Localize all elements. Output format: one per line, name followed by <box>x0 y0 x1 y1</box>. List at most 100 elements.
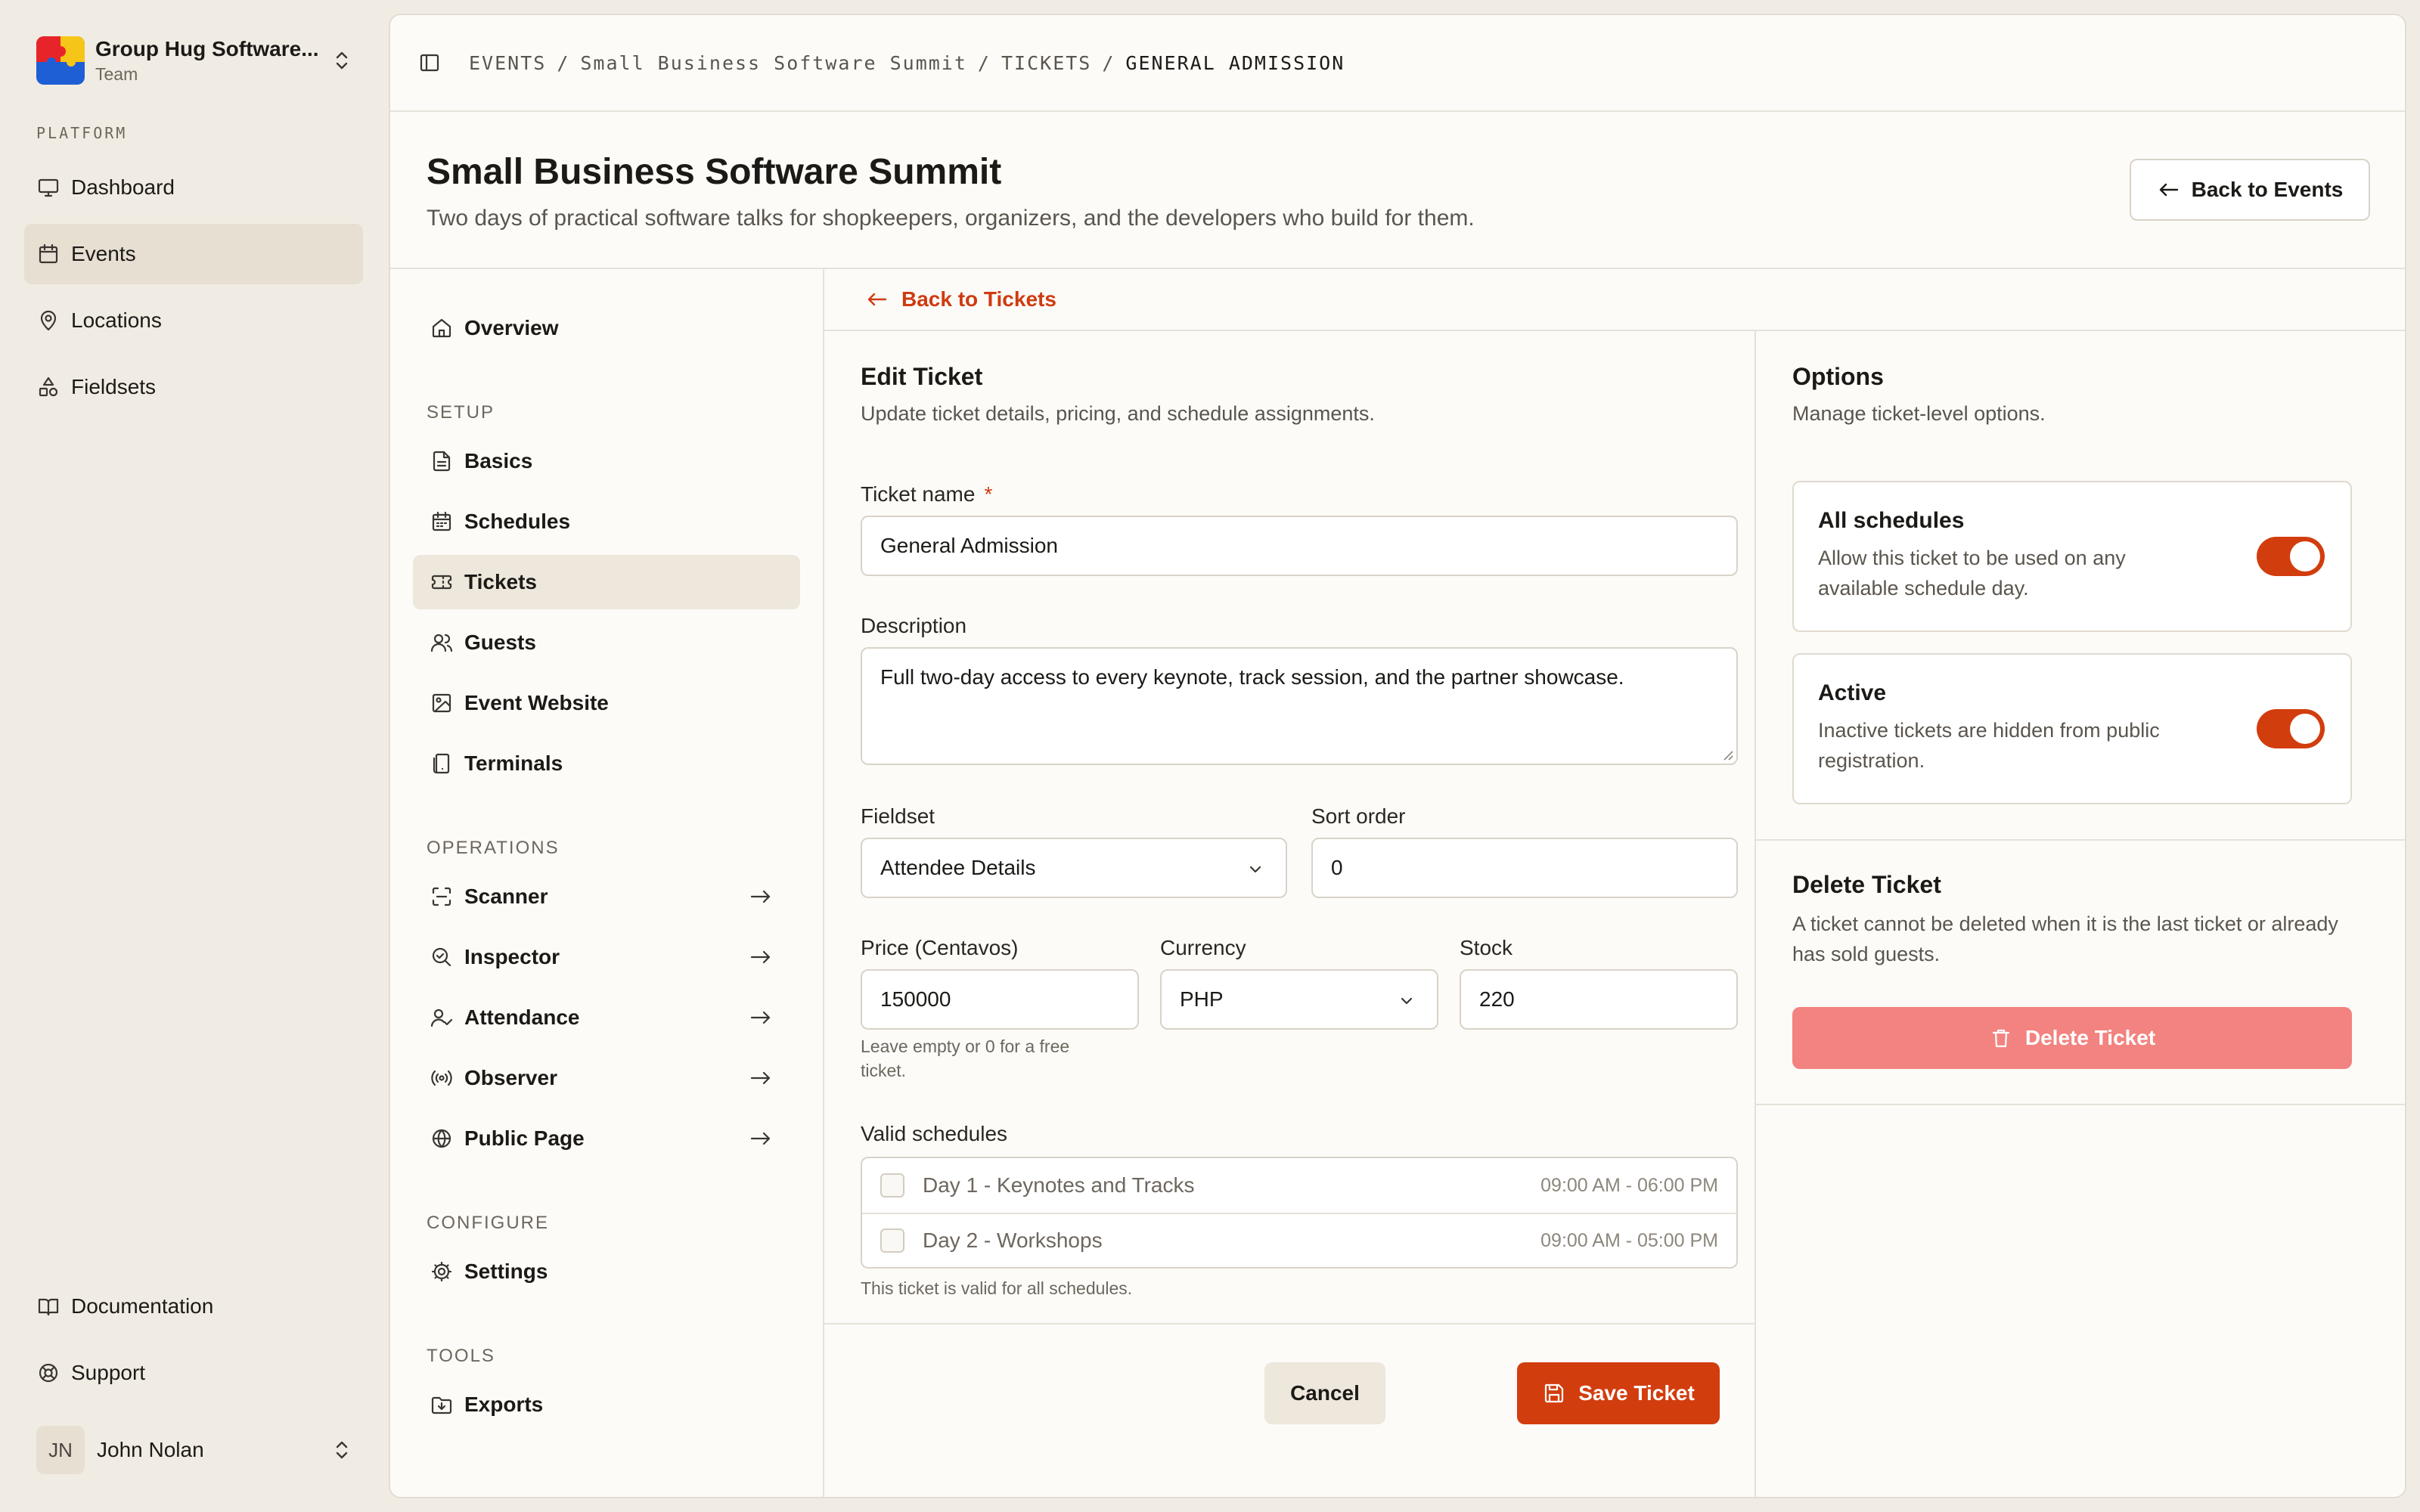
back-to-events-button[interactable]: Back to Events <box>2130 159 2370 221</box>
breadcrumb-tickets[interactable]: TICKETS <box>1001 52 1091 74</box>
schedule-name: Day 1 - Keynotes and Tracks <box>923 1173 1195 1197</box>
sidebar-item-fieldsets[interactable]: Fieldsets <box>24 357 363 417</box>
users-icon <box>430 631 454 655</box>
stock-input[interactable]: 220 <box>1460 969 1738 1030</box>
price-input[interactable]: 150000 <box>861 969 1139 1030</box>
team-switcher[interactable]: Group Hug Software... Team <box>36 32 354 89</box>
schedule-time: 09:00 AM - 06:00 PM <box>1540 1174 1718 1196</box>
sort-order-input[interactable]: 0 <box>1311 838 1738 898</box>
event-nav-settings[interactable]: Settings <box>413 1244 800 1299</box>
event-nav-schedules[interactable]: Schedules <box>413 494 800 549</box>
price-hint: Leave empty or 0 for a free ticket. <box>861 1036 1070 1080</box>
active-title: Active <box>1818 680 1887 705</box>
arrow-left-icon <box>2157 178 2181 202</box>
event-nav-label: Overview <box>464 316 559 339</box>
schedule-checkbox[interactable] <box>880 1228 904 1253</box>
event-nav-scanner[interactable]: Scanner <box>413 869 800 924</box>
active-toggle[interactable] <box>2257 709 2325 748</box>
calendar-days-icon <box>430 510 454 534</box>
save-ticket-label: Save Ticket <box>1578 1381 1695 1405</box>
sidebar-item-events[interactable]: Events <box>24 224 363 284</box>
trash-icon <box>1989 1026 2013 1050</box>
arrow-right-icon <box>749 945 773 969</box>
chevrons-up-down-icon <box>330 48 354 73</box>
event-nav-overview[interactable]: Overview <box>413 301 800 355</box>
operations-section-label: OPERATIONS <box>427 838 560 858</box>
event-nav-label: Attendance <box>464 1005 580 1029</box>
options-subtitle: Manage ticket-level options. <box>1792 402 2046 425</box>
event-nav-label: Scanner <box>464 885 548 908</box>
back-to-events-label: Back to Events <box>2191 178 2344 201</box>
event-nav-terminals[interactable]: Terminals <box>413 736 800 791</box>
shapes-icon <box>36 375 60 399</box>
sidebar-item-dashboard[interactable]: Dashboard <box>24 157 363 218</box>
platform-section-label: PLATFORM <box>36 124 128 142</box>
ticket-name-input[interactable]: General Admission <box>861 516 1738 576</box>
active-card: Active Inactive tickets are hidden from … <box>1792 653 2352 804</box>
event-nav-label: Inspector <box>464 945 560 968</box>
event-nav-label: Exports <box>464 1393 544 1416</box>
sidebar-item-support[interactable]: Support <box>24 1343 363 1403</box>
description-textarea[interactable]: Full two-day access to every keynote, tr… <box>861 647 1738 765</box>
event-nav-basics[interactable]: Basics <box>413 434 800 488</box>
cancel-button[interactable]: Cancel <box>1264 1362 1385 1424</box>
back-to-tickets-link[interactable]: Back to Tickets <box>824 269 2405 331</box>
divider <box>1756 1104 2405 1105</box>
user-menu[interactable]: JN John Nolan <box>36 1421 354 1479</box>
event-nav-label: Terminals <box>464 751 563 775</box>
delete-ticket-button[interactable]: Delete Ticket <box>1792 1007 2352 1069</box>
event-nav-label: Observer <box>464 1066 557 1089</box>
all-schedules-title: All schedules <box>1818 508 1965 533</box>
resize-handle-icon[interactable] <box>1720 747 1733 761</box>
save-ticket-button[interactable]: Save Ticket <box>1517 1362 1720 1424</box>
breadcrumb-current: GENERAL ADMISSION <box>1125 51 1345 74</box>
all-schedules-toggle[interactable] <box>2257 537 2325 576</box>
sidebar-toggle-icon[interactable] <box>417 51 442 75</box>
image-icon <box>430 691 454 715</box>
event-nav-inspector[interactable]: Inspector <box>413 930 800 984</box>
sidebar-item-label: Support <box>71 1361 146 1384</box>
chevron-down-icon <box>1243 857 1267 881</box>
event-nav-attendance[interactable]: Attendance <box>413 990 800 1045</box>
file-text-icon <box>430 449 454 473</box>
arrow-right-icon <box>749 1005 773 1030</box>
team-subtitle: Team <box>95 64 138 84</box>
event-nav-event-website[interactable]: Event Website <box>413 676 800 730</box>
save-icon <box>1542 1381 1566 1405</box>
event-nav-tickets[interactable]: Tickets <box>413 555 800 609</box>
event-nav-label: Event Website <box>464 691 609 714</box>
stock-label: Stock <box>1460 936 1513 959</box>
event-nav-public-page[interactable]: Public Page <box>413 1111 800 1166</box>
sidebar-item-documentation[interactable]: Documentation <box>24 1276 363 1337</box>
arrow-right-icon <box>749 1126 773 1151</box>
breadcrumb-event[interactable]: Small Business Software Summit <box>580 52 967 74</box>
breadcrumb-separator: / <box>1102 51 1115 74</box>
page-title: Small Business Software Summit <box>427 152 1002 192</box>
avatar: JN <box>36 1426 85 1474</box>
page-header: Small Business Software Summit Two days … <box>390 112 2405 269</box>
list-item[interactable]: Day 1 - Keynotes and Tracks 09:00 AM - 0… <box>862 1158 1736 1213</box>
event-nav-guests[interactable]: Guests <box>413 615 800 670</box>
event-nav-exports[interactable]: Exports <box>413 1377 800 1432</box>
list-item[interactable]: Day 2 - Workshops 09:00 AM - 05:00 PM <box>862 1213 1736 1267</box>
options-panel: Options Manage ticket-level options. All… <box>1756 331 2405 1497</box>
monitor-icon <box>36 175 60 200</box>
sort-order-label: Sort order <box>1311 804 1406 828</box>
sidebar-item-label: Events <box>71 242 136 265</box>
sidebar-item-locations[interactable]: Locations <box>24 290 363 351</box>
schedule-checkbox[interactable] <box>880 1173 904 1198</box>
user-name: John Nolan <box>97 1438 204 1461</box>
fieldset-select[interactable]: Attendee Details <box>861 838 1287 898</box>
currency-label: Currency <box>1160 936 1246 959</box>
breadcrumb-events[interactable]: EVENTS <box>469 52 546 74</box>
breadcrumb-separator: / <box>977 51 991 74</box>
currency-select[interactable]: PHP <box>1160 969 1438 1030</box>
event-nav-observer[interactable]: Observer <box>413 1051 800 1105</box>
arrow-right-icon <box>749 1066 773 1090</box>
schedules-hint: This ticket is valid for all schedules. <box>861 1278 1133 1298</box>
sidebar-item-label: Locations <box>71 308 162 332</box>
breadcrumb-separator: / <box>557 51 570 74</box>
chevron-down-icon <box>1395 989 1419 1013</box>
toggle-knob <box>2290 714 2320 744</box>
delete-ticket-title: Delete Ticket <box>1792 871 1941 898</box>
